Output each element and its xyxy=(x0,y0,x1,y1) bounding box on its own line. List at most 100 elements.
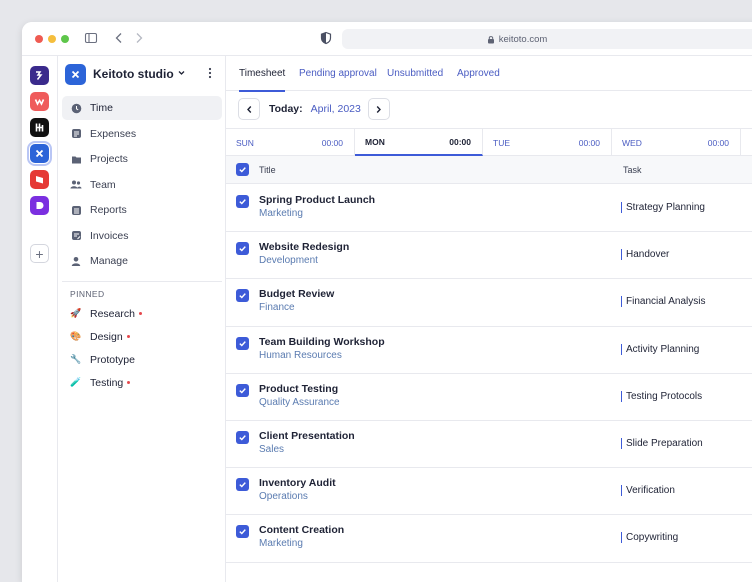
row-checkbox[interactable] xyxy=(236,525,249,539)
sidebar-item-label: Invoices xyxy=(90,229,129,242)
row-checkbox[interactable] xyxy=(236,242,249,256)
row-checkbox[interactable] xyxy=(236,478,249,492)
app-6-icon[interactable] xyxy=(30,196,49,215)
current-month[interactable]: April, 2023 xyxy=(311,103,361,115)
invoice-icon xyxy=(70,230,82,242)
table-row[interactable]: Product Testing Quality Assurance Testing … xyxy=(226,374,752,421)
back-arrow-icon[interactable] xyxy=(112,31,126,45)
row-category: Quality Assurance xyxy=(259,396,340,408)
workspace-switcher[interactable]: Keitoto studio xyxy=(65,63,219,85)
table-row[interactable]: Spring Product Launch Marketing Strategy P… xyxy=(226,185,752,233)
row-checkbox[interactable] xyxy=(236,430,249,444)
sidebar-item-projects[interactable]: Projects xyxy=(62,147,222,171)
sidebar-item-label: Time xyxy=(90,102,113,114)
pinned-item-design[interactable]: 🎨 Design xyxy=(66,325,142,348)
day-total: 00:00 xyxy=(449,136,471,147)
row-checkbox[interactable] xyxy=(236,289,249,303)
sidebar-item-reports[interactable]: Reports xyxy=(62,198,222,222)
user-gear-icon xyxy=(70,255,82,267)
table-row[interactable]: Team Building Workshop Human Resources Act… xyxy=(226,327,752,374)
url-text: keitoto.com xyxy=(498,33,548,45)
sidebar-item-label: Projects xyxy=(90,153,128,165)
day-label: SUN xyxy=(236,137,254,148)
pinned-item-testing[interactable]: 🧪 Testing xyxy=(66,371,142,394)
table-row[interactable]: Client Presentation Sales Slide Preparatio… xyxy=(226,421,752,469)
check-icon xyxy=(239,167,246,173)
row-category: Marketing xyxy=(259,538,303,550)
sidebar-item-manage[interactable]: Manage xyxy=(62,249,222,273)
sidebar-item-label: Expenses xyxy=(90,127,137,140)
rocket-icon: 🚀 xyxy=(70,308,82,318)
row-task: Slide Preparation xyxy=(621,437,703,449)
day-total: 00:00 xyxy=(578,137,600,148)
pinned-item-label: Testing xyxy=(90,376,124,389)
sidebar-toggle-icon[interactable] xyxy=(84,31,98,45)
minimize-window-button[interactable] xyxy=(48,35,56,43)
check-icon xyxy=(239,293,246,299)
main-content: Timesheet Pending approval Unsubmitted A… xyxy=(226,56,752,582)
add-app-button[interactable]: + xyxy=(30,244,49,263)
pinned-item-research[interactable]: 🚀 Research xyxy=(66,302,142,325)
day-column-wed[interactable]: WED 00:00 xyxy=(612,129,741,156)
previous-period-button[interactable] xyxy=(238,98,260,120)
sidebar-item-time[interactable]: Time xyxy=(62,96,222,120)
day-column-tue[interactable]: TUE 00:00 xyxy=(483,129,612,156)
tab-pending-approval[interactable]: Pending approval xyxy=(299,56,377,91)
workspace-name: Keitoto studio xyxy=(93,67,174,81)
row-title: Spring Product Launch xyxy=(259,194,376,206)
table-row[interactable]: Inventory Audit Operations Verification xyxy=(226,468,752,516)
column-header-title: Title xyxy=(259,164,276,175)
forward-arrow-icon[interactable] xyxy=(132,31,146,45)
pinned-item-label: Prototype xyxy=(90,353,135,366)
day-column-sun[interactable]: SUN 00:00 xyxy=(226,129,355,156)
pinned-item-prototype[interactable]: 🔧 Prototype xyxy=(66,348,142,371)
chevron-right-icon xyxy=(377,105,382,113)
tab-unsubmitted[interactable]: Unsubmitted xyxy=(387,56,443,91)
day-column-mon[interactable]: MON 00:00 xyxy=(355,129,483,156)
clock-icon xyxy=(70,102,82,114)
row-checkbox[interactable] xyxy=(236,336,249,350)
row-checkbox[interactable] xyxy=(236,383,249,397)
row-title: Budget Review xyxy=(259,288,335,301)
app-2-icon[interactable] xyxy=(30,92,49,111)
lock-icon xyxy=(487,35,494,43)
sidebar-item-team[interactable]: Team xyxy=(62,173,222,197)
app-5-icon[interactable] xyxy=(30,170,49,189)
notification-dot xyxy=(138,312,142,315)
tab-timesheet[interactable]: Timesheet xyxy=(239,56,286,92)
workspace-logo-icon xyxy=(65,63,86,85)
shield-icon[interactable] xyxy=(319,31,333,45)
report-icon xyxy=(70,204,82,216)
sidebar-item-invoices[interactable]: Invoices xyxy=(62,224,222,248)
app-1-icon[interactable] xyxy=(30,66,49,85)
table-header: Title Task xyxy=(226,156,752,184)
table-row[interactable]: Budget Review Finance Financial Analysis xyxy=(226,279,752,327)
row-category: Operations xyxy=(259,491,308,503)
close-window-button[interactable] xyxy=(35,35,43,43)
sidebar-divider xyxy=(62,281,222,282)
day-total: 00:00 xyxy=(321,137,343,148)
day-label: MON xyxy=(365,136,385,147)
select-all-checkbox[interactable] xyxy=(236,163,249,176)
row-category: Human Resources xyxy=(259,349,342,361)
table-row[interactable]: Content Creation Marketing Copywriting xyxy=(226,515,752,563)
keitoto-app-icon[interactable] xyxy=(27,141,52,166)
notification-dot xyxy=(126,335,130,338)
sidebar-nav: Time Expenses Projects Team Reports Invo… xyxy=(62,96,222,275)
row-category: Marketing xyxy=(259,208,303,219)
table-row[interactable]: Website Redesign Development Handover xyxy=(226,232,752,280)
maximize-window-button[interactable] xyxy=(61,35,69,43)
row-checkbox[interactable] xyxy=(236,195,249,208)
tab-approved[interactable]: Approved xyxy=(457,56,500,91)
row-task: Verification xyxy=(621,485,675,497)
week-days-row: SUN 00:00 MON 00:00 TUE 00:00 WED 00:00 xyxy=(226,128,752,156)
address-bar[interactable]: keitoto.com xyxy=(342,29,752,49)
row-title: Client Presentation xyxy=(259,429,355,442)
row-category: Finance xyxy=(259,302,295,314)
sidebar-item-expenses[interactable]: Expenses xyxy=(62,122,222,146)
app-3-icon[interactable] xyxy=(30,118,49,137)
more-vertical-icon[interactable] xyxy=(205,67,215,82)
people-icon xyxy=(70,179,82,191)
next-period-button[interactable] xyxy=(367,98,390,120)
row-category: Sales xyxy=(259,443,285,455)
